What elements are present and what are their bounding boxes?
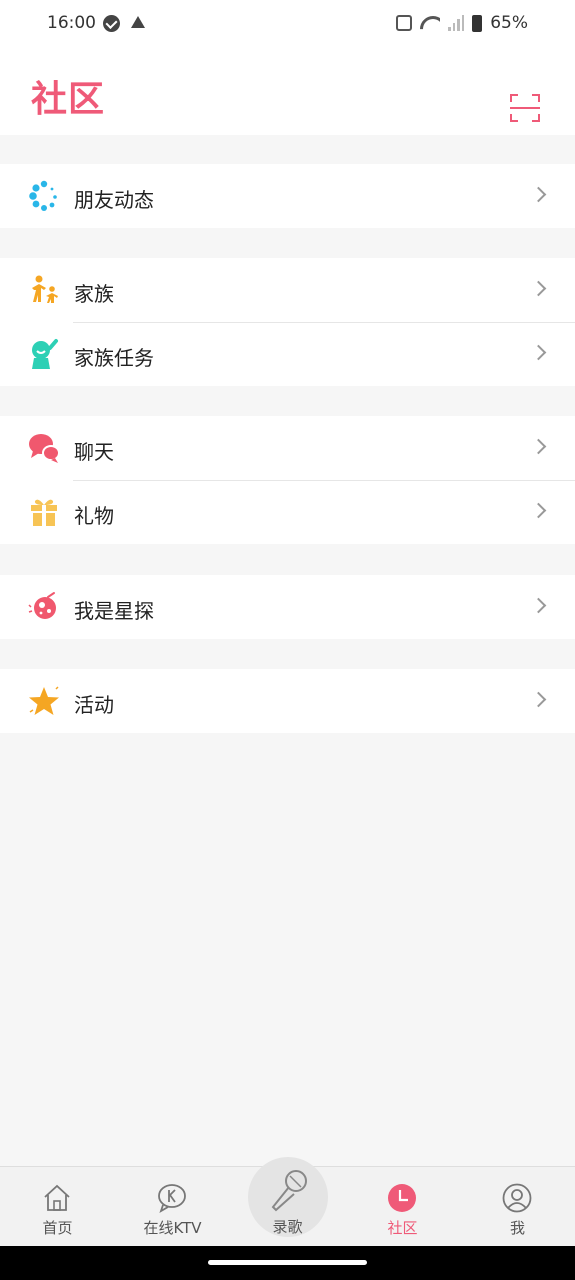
status-time: 16:00 — [47, 13, 96, 33]
chevron-right-icon — [530, 186, 547, 203]
scan-icon[interactable] — [510, 94, 540, 122]
menu-item-label: 聊天 — [74, 440, 114, 464]
menu-group-scout: 我是星探 — [0, 575, 575, 639]
chat-icon — [29, 434, 60, 463]
family-icon — [32, 275, 58, 303]
family-task-icon — [32, 339, 58, 369]
menu-item-label: 礼物 — [74, 504, 114, 528]
menu-item-label: 我是星探 — [74, 599, 154, 623]
check-circle-icon — [103, 15, 120, 32]
gift-icon — [31, 499, 57, 526]
record-label: 录歌 — [272, 1218, 303, 1236]
menu-item-label: 朋友动态 — [74, 188, 154, 212]
battery-percent: 65% — [490, 13, 528, 33]
chevron-right-icon — [530, 344, 547, 361]
menu-group-social: 聊天 礼物 — [0, 416, 575, 544]
menu-item-friends-feed[interactable]: 朋友动态 — [0, 164, 575, 228]
status-indicators: 65% — [396, 13, 528, 33]
vibrate-icon — [396, 15, 413, 31]
menu-item-family-task[interactable]: 家族任务 — [0, 322, 575, 386]
chevron-right-icon — [530, 691, 547, 708]
clock-icon — [388, 1184, 416, 1212]
tab-me[interactable]: 我 — [460, 1167, 575, 1247]
profile-icon — [502, 1183, 532, 1213]
wifi-icon — [420, 16, 440, 30]
tab-community[interactable]: 社区 — [345, 1167, 460, 1247]
tab-label: 社区 — [387, 1219, 418, 1237]
menu-item-gift[interactable]: 礼物 — [0, 480, 575, 544]
menu-item-label: 家族任务 — [74, 346, 154, 370]
menu-group-family: 家族 家族任务 — [0, 258, 575, 386]
menu-item-label: 活动 — [74, 693, 114, 717]
star-icon — [29, 686, 59, 715]
menu-group-friends: 朋友动态 — [0, 164, 575, 228]
page-header: 社区 — [0, 48, 575, 135]
menu-item-chat[interactable]: 聊天 — [0, 416, 575, 480]
tab-label: 我 — [509, 1219, 525, 1237]
home-icon — [44, 1184, 70, 1211]
chevron-right-icon — [530, 597, 547, 614]
menu-group-activity: 活动 — [0, 669, 575, 733]
chevron-right-icon — [530, 438, 547, 455]
page-title: 社区 — [31, 79, 106, 120]
menu-item-talent-scout[interactable]: 我是星探 — [0, 575, 575, 639]
friends-feed-icon — [29, 180, 57, 211]
chevron-right-icon — [530, 502, 547, 519]
talent-scout-icon — [28, 592, 56, 619]
tab-home[interactable]: 首页 — [0, 1167, 115, 1247]
chevron-right-icon — [530, 280, 547, 297]
home-gesture-handle[interactable] — [208, 1260, 367, 1265]
ktv-icon — [158, 1184, 186, 1213]
system-navigation-bar — [0, 1246, 575, 1280]
tab-online-ktv[interactable]: 在线KTV — [115, 1167, 230, 1247]
warning-icon — [131, 16, 145, 28]
menu-item-family[interactable]: 家族 — [0, 258, 575, 322]
menu-item-activity[interactable]: 活动 — [0, 669, 575, 733]
tab-label: 首页 — [42, 1219, 73, 1237]
status-bar: 16:00 65% — [0, 0, 575, 48]
signal-icon — [448, 15, 465, 31]
microphone-icon — [271, 1170, 307, 1212]
tab-label: 在线KTV — [143, 1219, 202, 1237]
battery-icon — [472, 14, 483, 32]
menu-item-label: 家族 — [74, 282, 114, 306]
